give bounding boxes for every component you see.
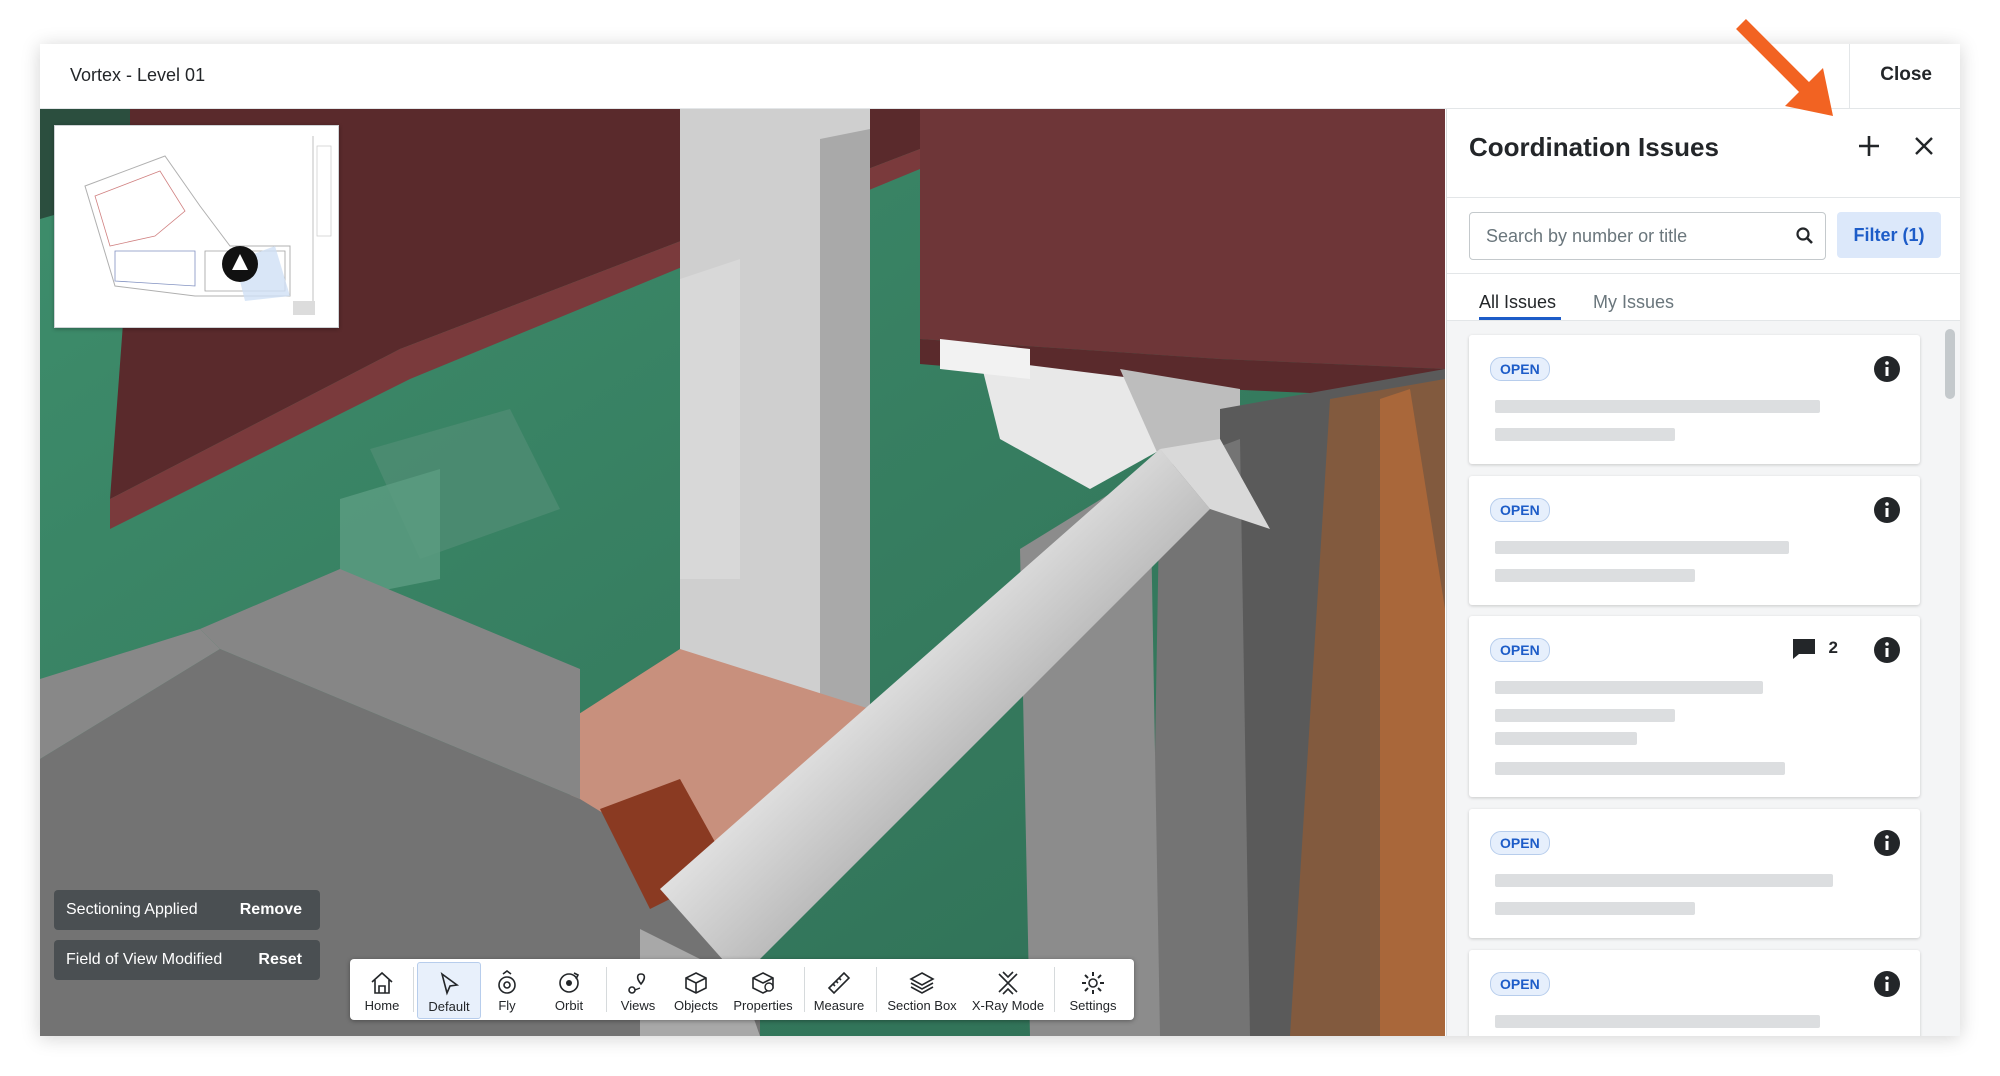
minimap[interactable] [54,125,339,328]
tool-properties-label: Properties [733,998,793,1013]
panel-title: Coordination Issues [1469,132,1719,162]
panel-divider [1447,197,1960,198]
viewer-toolbar: Home Default Fly Orbit Views Objects Pro… [350,959,1134,1020]
tool-measure-label: Measure [813,998,865,1013]
tool-objects[interactable]: Objects [668,962,724,1017]
issue-card[interactable]: OPEN [1469,335,1920,464]
detail-placeholder [1495,569,1695,582]
info-icon[interactable] [1873,636,1901,664]
sectioning-status: Sectioning Applied Remove [54,890,320,930]
views-icon [628,973,646,994]
toolbar-separator [413,967,414,1012]
window-title: Vortex - Level 01 [70,65,206,85]
status-badge: OPEN [1490,498,1550,522]
section-box-icon [909,972,935,994]
tool-fly-label: Fly [498,998,516,1013]
title-placeholder [1495,681,1763,694]
detail-placeholder [1495,428,1675,441]
tool-xray-mode[interactable]: X-Ray Mode [967,962,1049,1017]
objects-icon [685,972,707,994]
search-icon[interactable] [1795,226,1815,246]
detail-placeholder [1495,762,1785,775]
tab-all-issues[interactable]: All Issues [1479,292,1556,313]
info-icon[interactable] [1873,496,1901,524]
title-placeholder [1495,400,1820,413]
search-input[interactable] [1484,225,1788,248]
status-badge: OPEN [1490,357,1550,381]
gear-icon [1082,972,1104,994]
tool-orbit[interactable]: Orbit [538,962,600,1017]
issue-card[interactable]: OPEN [1469,950,1920,1036]
tool-xray-label: X-Ray Mode [971,998,1045,1013]
info-icon[interactable] [1873,355,1901,383]
field-of-view-label: Field of View Modified [66,951,223,968]
comment-count[interactable]: 2 [1792,638,1838,659]
title-placeholder [1495,541,1789,554]
search-box[interactable] [1469,212,1826,260]
reset-field-of-view-button[interactable]: Reset [258,951,302,969]
issue-card[interactable]: OPEN [1469,809,1920,938]
toolbar-separator [606,967,607,1012]
close-panel-icon[interactable] [1909,131,1939,161]
status-badge: OPEN [1490,831,1550,855]
info-icon[interactable] [1873,829,1901,857]
list-scrollbar[interactable] [1945,329,1955,399]
tool-orbit-label: Orbit [554,998,584,1013]
fly-icon [498,970,516,994]
3d-viewport[interactable]: Sectioning Applied Remove Field of View … [40,109,1445,1036]
tool-views[interactable]: Views [610,962,666,1017]
tool-settings[interactable]: Settings [1058,962,1128,1017]
comment-icon [1792,639,1815,659]
tool-home[interactable]: Home [356,962,408,1017]
tool-default[interactable]: Default [417,962,481,1019]
ruler-icon [827,971,851,995]
tool-objects-label: Objects [673,998,719,1013]
add-issue-icon[interactable] [1852,129,1886,163]
orbit-icon [559,972,580,993]
tab-my-issues[interactable]: My Issues [1593,292,1674,313]
toolbar-separator [804,967,805,1012]
floor-plan-thumbnail[interactable] [55,126,338,327]
tool-default-label: Default [428,999,470,1014]
detail-placeholder [1495,709,1675,722]
tool-settings-label: Settings [1069,998,1117,1013]
xray-icon [998,971,1018,995]
title-placeholder [1495,874,1833,887]
issue-card[interactable]: OPEN 2 [1469,616,1920,797]
tool-fly[interactable]: Fly [482,962,532,1017]
tool-measure[interactable]: Measure [808,962,870,1017]
title-bar: Vortex - Level 01 Close [40,44,1960,109]
remove-sectioning-button[interactable]: Remove [240,901,302,919]
tool-properties[interactable]: Properties [727,962,799,1017]
filter-button[interactable]: Filter (1) [1837,212,1941,258]
detail-placeholder [1495,732,1637,745]
issues-list[interactable]: OPEN OPEN OPEN 2 OPEN OPEN [1447,321,1960,1036]
tool-views-label: Views [620,998,656,1013]
detail-placeholder [1495,902,1695,915]
tool-home-label: Home [364,998,400,1013]
callout-arrow-icon [1736,19,1833,116]
status-badge: OPEN [1490,638,1550,662]
panel-divider [1447,273,1960,274]
viewer-window: Vortex - Level 01 Close Sectioning Appli… [40,44,1960,1036]
properties-icon [752,972,774,994]
coordination-issues-panel: Coordination Issues Filter (1) All Issue… [1446,109,1960,1036]
comment-count-value: 2 [1828,638,1838,657]
field-of-view-status: Field of View Modified Reset [54,940,320,980]
cursor-icon [440,972,460,996]
info-icon[interactable] [1873,970,1901,998]
title-placeholder [1495,1015,1820,1028]
issue-card[interactable]: OPEN [1469,476,1920,605]
tool-section-box[interactable]: Section Box [880,962,964,1017]
home-icon [371,971,393,994]
toolbar-separator [876,967,877,1012]
toolbar-separator [1054,967,1055,1012]
sectioning-label: Sectioning Applied [66,901,198,918]
close-button[interactable]: Close [1880,64,1932,86]
tool-section-box-label: Section Box [887,998,957,1013]
status-badge: OPEN [1490,972,1550,996]
